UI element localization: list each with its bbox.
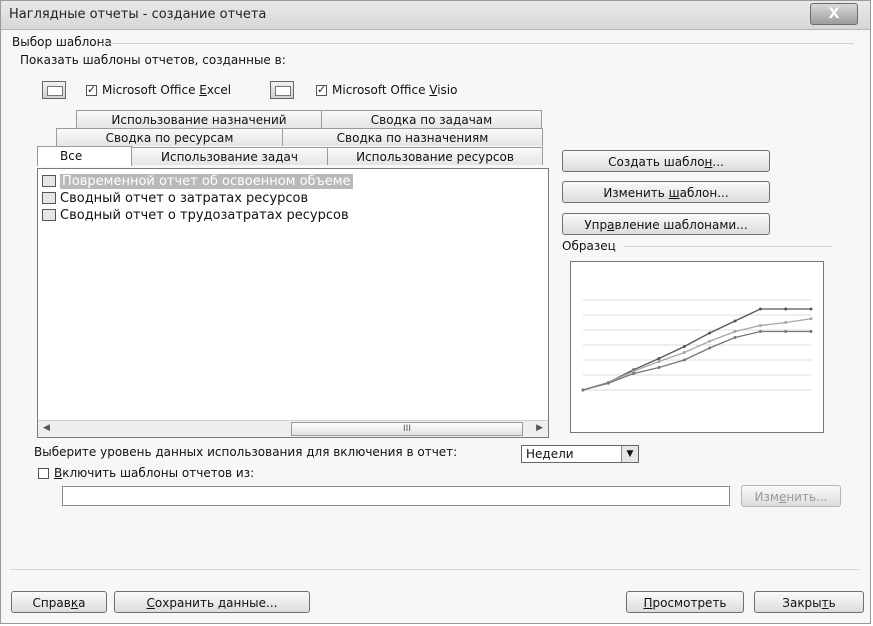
- chart-point: [682, 351, 686, 354]
- chart-point: [708, 331, 712, 335]
- chart-point: [809, 330, 813, 333]
- templates-path-input[interactable]: [62, 486, 730, 506]
- sample-preview: [570, 261, 824, 433]
- chart-point: [784, 330, 788, 333]
- tab-all[interactable]: Все: [37, 146, 132, 166]
- chart-point: [632, 372, 636, 375]
- excel-label: Microsoft Office Excel: [102, 83, 232, 97]
- chart-point: [657, 366, 661, 369]
- dialog-window: Наглядные отчеты - создание отчета X Выб…: [0, 0, 871, 624]
- include-templates-checkbox[interactable]: [38, 468, 49, 479]
- manage-templates-button[interactable]: Управление шаблонами...: [562, 213, 770, 235]
- chart-point: [682, 345, 686, 348]
- report-template-icon: [42, 209, 56, 221]
- sample-label: Образец: [562, 239, 616, 253]
- chart-point: [758, 324, 762, 327]
- include-templates-label: Включить шаблоны отчетов из:: [54, 466, 255, 480]
- chart-point: [657, 360, 661, 363]
- chart-point: [758, 307, 762, 311]
- report-template-icon: [42, 175, 56, 187]
- title-bar[interactable]: Наглядные отчеты - создание отчета X: [1, 1, 870, 30]
- usage-level-value: Недели: [526, 447, 574, 461]
- chart-point: [581, 388, 585, 392]
- chart-series-line: [582, 308, 811, 391]
- edit-template-button[interactable]: Изменить шаблон...: [562, 181, 770, 203]
- tab-assignment-usage[interactable]: Использование назначений: [76, 110, 322, 128]
- report-template-icon: [42, 192, 56, 204]
- change-path-button[interactable]: Изменить...: [741, 485, 841, 507]
- chart-point: [784, 321, 788, 324]
- help-button[interactable]: Справка: [11, 591, 107, 613]
- horizontal-scrollbar[interactable]: ◀ III ▶: [38, 420, 548, 437]
- chart-point: [606, 381, 610, 385]
- sample-chart: [581, 299, 813, 392]
- report-template-list[interactable]: Повременной отчет об освоенном объеме Св…: [37, 168, 549, 438]
- save-data-button[interactable]: Сохранить данные...: [114, 591, 310, 613]
- chart-point: [708, 339, 712, 343]
- list-item-label: Сводный отчет о трудозатратах ресурсов: [60, 207, 349, 223]
- tab-resource-summary[interactable]: Сводка по ресурсам: [56, 128, 283, 146]
- tab-task-usage[interactable]: Использование задач: [131, 147, 328, 165]
- chart-point: [733, 319, 737, 323]
- chart-point: [682, 358, 686, 362]
- dialog-content: Выбор шаблона Показать шаблоны отчетов, …: [4, 31, 869, 623]
- chart-point: [758, 330, 762, 333]
- view-button[interactable]: Просмотреть: [626, 591, 744, 613]
- footer-divider: [10, 569, 859, 570]
- close-window-button[interactable]: X: [810, 3, 858, 25]
- sample-divider: [624, 246, 832, 247]
- scroll-left-icon[interactable]: ◀: [43, 423, 50, 433]
- list-item[interactable]: Сводный отчет о затратах ресурсов: [42, 189, 308, 207]
- window-title: Наглядные отчеты - создание отчета: [9, 7, 267, 22]
- list-item[interactable]: Сводный отчет о трудозатратах ресурсов: [42, 206, 349, 224]
- scroll-right-icon[interactable]: ▶: [536, 423, 543, 433]
- usage-level-select[interactable]: Недели ▼: [521, 445, 639, 463]
- tab-resource-usage[interactable]: Использование ресурсов: [327, 147, 543, 165]
- tab-assignment-summary[interactable]: Сводка по назначениям: [282, 128, 543, 146]
- usage-level-label: Выберите уровень данных использования дл…: [34, 445, 458, 459]
- chevron-down-icon[interactable]: ▼: [621, 446, 638, 462]
- group-divider: [102, 43, 854, 44]
- list-item-label: Повременной отчет об освоенном объеме: [60, 173, 353, 189]
- close-button[interactable]: Закрыть: [754, 591, 864, 613]
- chart-point: [809, 307, 813, 311]
- show-templates-label: Показать шаблоны отчетов, созданные в:: [20, 53, 286, 67]
- create-template-button[interactable]: Создать шаблон...: [562, 150, 770, 172]
- tab-task-summary[interactable]: Сводка по задачам: [321, 110, 542, 128]
- excel-icon: [42, 81, 66, 99]
- visio-checkbox[interactable]: [316, 83, 327, 96]
- chart-point: [809, 317, 813, 321]
- excel-checkbox[interactable]: [86, 83, 97, 96]
- templates-group-label: Выбор шаблона: [12, 35, 112, 49]
- visio-icon: [270, 81, 294, 99]
- scroll-thumb[interactable]: III: [291, 422, 523, 436]
- list-item-label: Сводный отчет о затратах ресурсов: [60, 190, 309, 206]
- chart-point: [784, 307, 788, 311]
- list-item[interactable]: Повременной отчет об освоенном объеме: [42, 172, 353, 190]
- visio-label: Microsoft Office Visio: [332, 83, 458, 97]
- chart-point: [733, 336, 737, 339]
- chart-point: [708, 346, 712, 350]
- chart-point: [657, 357, 661, 360]
- chart-point: [733, 330, 737, 333]
